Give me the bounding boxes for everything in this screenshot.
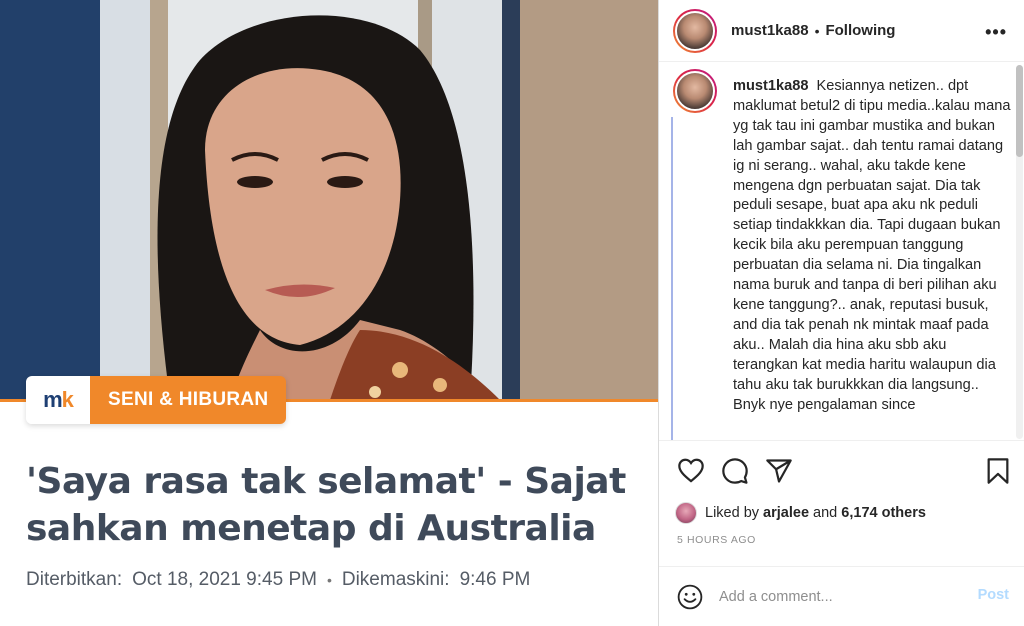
published-value: Oct 18, 2021 9:45 PM: [132, 569, 317, 590]
updated-label: Dikemaskini:: [341, 569, 450, 590]
post-button[interactable]: Post: [978, 587, 1009, 603]
post-header: must1ka88 • Following •••: [659, 0, 1024, 62]
published-label: Diterbitkan:: [26, 569, 123, 590]
comment-bar: Post: [659, 566, 1024, 626]
likes-prefix: Liked by: [705, 505, 760, 521]
avatar[interactable]: [673, 8, 717, 53]
action-bar: [659, 440, 1024, 498]
likes-others[interactable]: 6,174 others: [841, 505, 926, 521]
heart-icon[interactable]: [677, 457, 705, 483]
focus-line: [671, 117, 673, 440]
instagram-panel: must1ka88 • Following ••• must1ka88 Kesi…: [658, 0, 1024, 626]
caption-area[interactable]: must1ka88 Kesiannya netizen.. dpt maklum…: [659, 63, 1024, 440]
logo-letter-m: m: [43, 387, 63, 412]
caption-body: Kesiannya netizen.. dpt maklumat betul2 …: [733, 78, 1011, 413]
caption-avatar[interactable]: [673, 69, 717, 113]
header-username[interactable]: must1ka88: [731, 22, 809, 39]
emoji-icon[interactable]: [677, 584, 703, 610]
following-button[interactable]: Following: [825, 22, 895, 39]
updated-value: 9:46 PM: [459, 569, 531, 590]
likes-summary: Liked by arjalee and 6,174 others: [675, 502, 926, 524]
article-photo: [0, 0, 658, 400]
more-horizontal-icon[interactable]: •••: [985, 22, 1007, 43]
share-icon[interactable]: [765, 457, 793, 485]
article-meta: Diterbitkan: Oct 18, 2021 9:45 PM • Dike…: [26, 569, 530, 591]
category-label[interactable]: SENI & HIBURAN: [90, 376, 287, 424]
bookmark-icon[interactable]: [985, 457, 1011, 485]
scrollbar-thumb[interactable]: [1016, 65, 1023, 157]
comment-icon[interactable]: [721, 457, 749, 485]
article-panel: mk SENI & HIBURAN 'Saya rasa tak selamat…: [0, 0, 658, 626]
portrait-illustration: [0, 0, 658, 400]
comment-input[interactable]: [719, 588, 959, 605]
caption-text: must1ka88 Kesiannya netizen.. dpt maklum…: [733, 77, 1015, 415]
mk-logo: mk: [26, 376, 90, 424]
article-headline: 'Saya rasa tak selamat' - Sajat sahkan m…: [26, 461, 626, 549]
meta-separator: •: [326, 572, 332, 588]
post-timestamp[interactable]: 5 HOURS AGO: [677, 534, 756, 546]
liker-avatar[interactable]: [675, 502, 697, 524]
likes-and: and: [813, 505, 838, 521]
header-separator: •: [814, 22, 820, 39]
logo-letter-k: k: [61, 387, 74, 412]
category-badge[interactable]: mk SENI & HIBURAN: [26, 376, 287, 424]
liker-username[interactable]: arjalee: [763, 505, 809, 521]
caption-username[interactable]: must1ka88: [733, 78, 808, 94]
